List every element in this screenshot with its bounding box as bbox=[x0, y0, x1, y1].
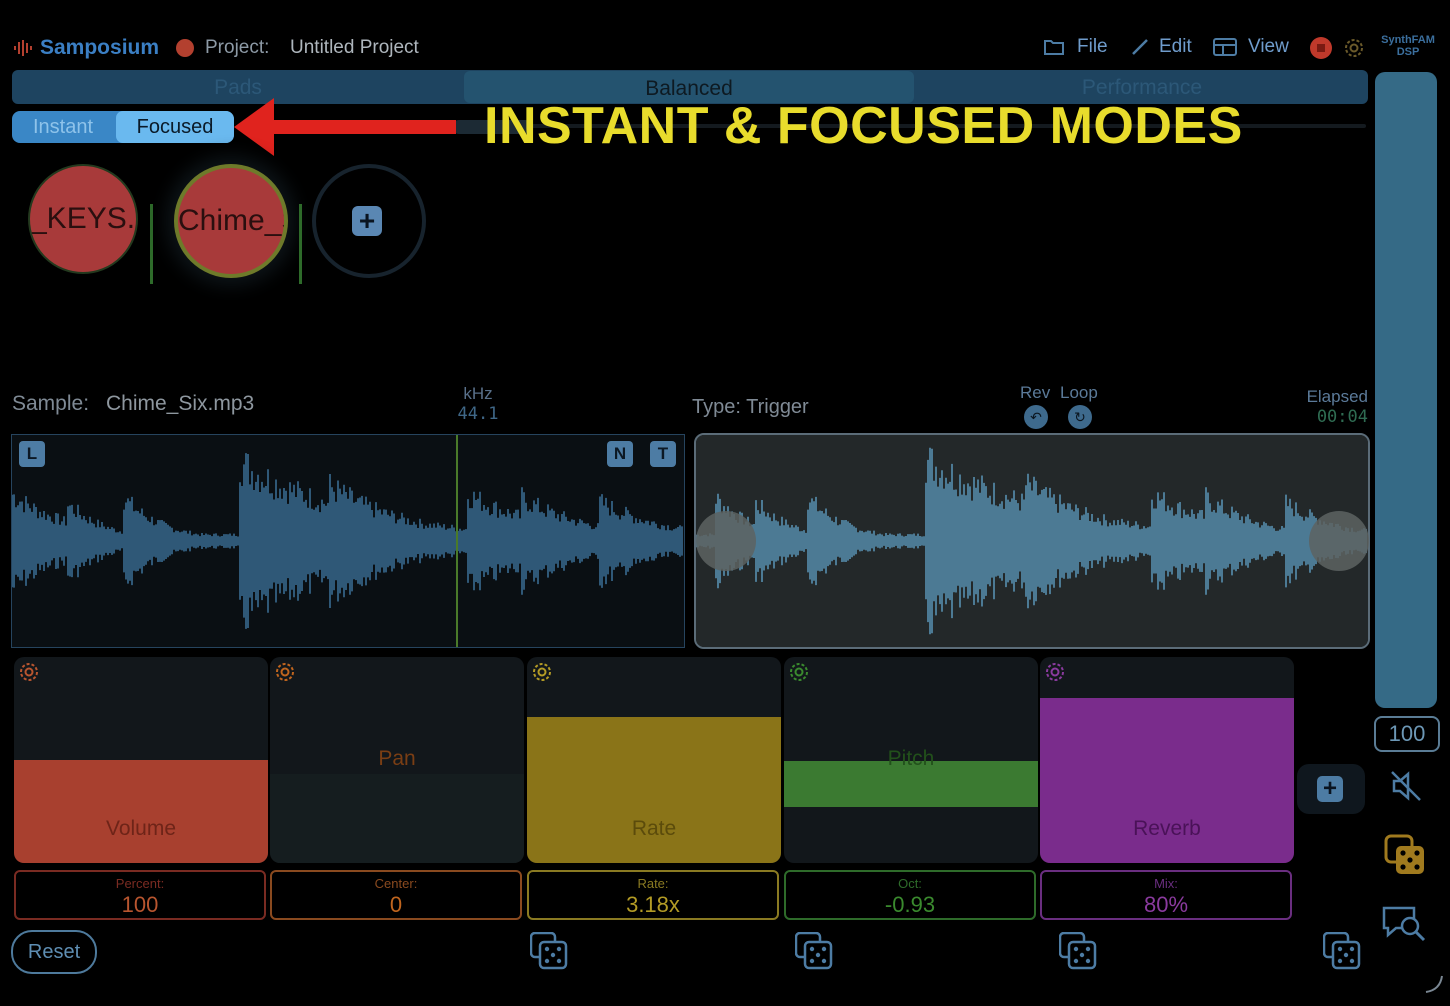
waveform-graphic bbox=[12, 435, 684, 647]
settings-gear-icon[interactable] bbox=[1343, 37, 1365, 59]
waveform-graphic bbox=[696, 435, 1368, 647]
folder-icon bbox=[1044, 40, 1064, 55]
value-number: 80% bbox=[1143, 892, 1189, 917]
value-number: 100 bbox=[121, 892, 159, 917]
pencil-icon bbox=[1132, 39, 1148, 55]
chip-t[interactable]: T bbox=[650, 441, 676, 467]
control-reverb-value[interactable]: Mix: 80% bbox=[1040, 870, 1292, 920]
control-pitch-slider[interactable]: Pitch bbox=[784, 657, 1038, 863]
value-caption: Percent: bbox=[115, 876, 165, 891]
trim-waveform[interactable] bbox=[694, 433, 1370, 649]
add-control-button[interactable]: + bbox=[1297, 764, 1365, 814]
resize-handle-icon[interactable] bbox=[1424, 974, 1444, 994]
reset-button[interactable]: Reset bbox=[11, 930, 97, 974]
trim-start-handle[interactable] bbox=[696, 511, 756, 571]
project-label: Project: bbox=[205, 37, 270, 58]
app-title: Samposium bbox=[40, 36, 160, 59]
randomize-dice-icon[interactable] bbox=[1059, 932, 1097, 970]
control-rate-slider[interactable]: Rate bbox=[527, 657, 781, 863]
control-label: Rate bbox=[631, 817, 677, 840]
mode-toggle: Instant Focused bbox=[12, 111, 234, 143]
trigger-type[interactable]: Type: Trigger bbox=[692, 396, 809, 419]
loop-label: Loop bbox=[1060, 383, 1098, 402]
reverse-icon[interactable]: ↶ bbox=[1024, 405, 1048, 429]
control-label: Volume bbox=[105, 817, 177, 840]
control-settings-gear-icon[interactable] bbox=[18, 661, 40, 683]
reverse-label: Rev bbox=[1020, 383, 1051, 402]
pad-label: Chime_S bbox=[178, 204, 284, 237]
master-volume-slider[interactable] bbox=[1375, 72, 1437, 708]
value-number: 3.18x bbox=[626, 892, 680, 917]
control-label: Pan bbox=[378, 747, 416, 770]
chat-search-icon[interactable] bbox=[1380, 904, 1428, 944]
view-menu[interactable]: View bbox=[1248, 36, 1289, 58]
trim-end-handle[interactable] bbox=[1309, 511, 1369, 571]
randomize-dice-icon[interactable] bbox=[530, 932, 568, 970]
control-label: Reverb bbox=[1133, 817, 1201, 840]
control-settings-gear-icon[interactable] bbox=[788, 661, 810, 683]
focused-mode-button[interactable]: Focused bbox=[116, 111, 234, 143]
waveform-logo-icon bbox=[14, 40, 32, 56]
value-caption: Rate: bbox=[637, 876, 669, 891]
control-pan-value[interactable]: Center: 0 bbox=[270, 870, 522, 920]
plus-icon: + bbox=[352, 206, 382, 236]
project-status-icon bbox=[176, 39, 194, 57]
master-volume-value: 100 bbox=[1374, 716, 1440, 752]
record-button[interactable] bbox=[1310, 37, 1332, 59]
loop-icon[interactable]: ↻ bbox=[1068, 405, 1092, 429]
mute-icon[interactable] bbox=[1388, 768, 1424, 804]
control-settings-gear-icon[interactable] bbox=[274, 661, 296, 683]
randomize-all-icon[interactable] bbox=[1384, 834, 1426, 876]
add-pad-button[interactable]: + bbox=[312, 164, 426, 278]
sample-label: Sample: bbox=[12, 392, 90, 415]
randomize-dice-icon[interactable] bbox=[1323, 932, 1361, 970]
sample-rate: kHz 44.1 bbox=[457, 384, 499, 424]
pad-level-meter bbox=[150, 204, 153, 284]
chip-n[interactable]: N bbox=[607, 441, 633, 467]
control-pan-slider[interactable]: Pan bbox=[270, 657, 524, 863]
control-settings-gear-icon[interactable] bbox=[1044, 661, 1066, 683]
synthfam-logo: SynthFAM DSP bbox=[1381, 34, 1435, 58]
control-volume-value[interactable]: Percent: 100 bbox=[14, 870, 266, 920]
annotation-arrow bbox=[234, 98, 456, 156]
annotation-text: INSTANT & FOCUSED MODES bbox=[484, 97, 1243, 155]
value-caption: Oct: bbox=[898, 876, 922, 891]
project-name[interactable]: Untitled Project bbox=[290, 37, 419, 59]
pad-label: _KEYS.m bbox=[30, 202, 136, 235]
control-reverb-slider[interactable]: Reverb bbox=[1040, 657, 1294, 863]
edit-menu[interactable]: Edit bbox=[1159, 36, 1192, 58]
elapsed-time: Elapsed 00:04 bbox=[1306, 387, 1368, 427]
value-number: -0.93 bbox=[884, 892, 936, 917]
file-menu[interactable]: File bbox=[1077, 36, 1108, 58]
value-caption: Center: bbox=[374, 876, 418, 891]
control-level-fill bbox=[270, 774, 524, 863]
control-settings-gear-icon[interactable] bbox=[531, 661, 553, 683]
pad-level-meter bbox=[299, 204, 302, 284]
instant-mode-button[interactable]: Instant bbox=[12, 111, 114, 143]
control-pitch-value[interactable]: Oct: -0.93 bbox=[784, 870, 1036, 920]
control-rate-value[interactable]: Rate: 3.18x bbox=[527, 870, 779, 920]
chip-l[interactable]: L bbox=[19, 441, 45, 467]
control-volume-slider[interactable]: Volume bbox=[14, 657, 268, 863]
layout-icon bbox=[1213, 38, 1237, 56]
sample-waveform[interactable] bbox=[11, 434, 685, 648]
value-caption: Mix: bbox=[1154, 876, 1178, 891]
randomize-dice-icon[interactable] bbox=[795, 932, 833, 970]
control-label: Pitch bbox=[887, 747, 935, 770]
control-level-fill bbox=[527, 717, 781, 863]
control-level-fill bbox=[14, 760, 268, 863]
sample-name: Chime_Six.mp3 bbox=[106, 392, 255, 415]
pad-chime[interactable]: Chime_S bbox=[174, 164, 288, 278]
plus-icon: + bbox=[1317, 776, 1343, 802]
pad-keys[interactable]: _KEYS.m bbox=[28, 164, 138, 274]
value-number: 0 bbox=[389, 892, 403, 917]
